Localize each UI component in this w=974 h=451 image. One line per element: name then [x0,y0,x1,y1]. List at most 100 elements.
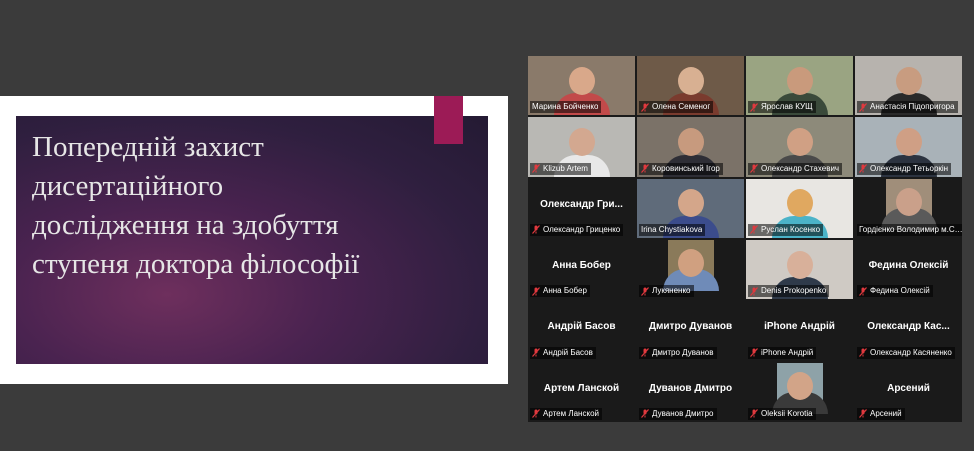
participant-tile[interactable]: Марина Бойченко [528,56,635,116]
participant-video [662,239,719,292]
participant-name-label: Олександр Касяненко [857,346,955,359]
participant-head-shape [786,128,813,156]
participant-head-shape [568,66,595,95]
participant-name-label: Irina Chystiakova [639,223,706,236]
participant-name-text: Федина Олексій [870,286,930,296]
participant-tile[interactable]: Арсений Арсений [855,362,962,422]
participant-tile[interactable]: Руслан Косенко [746,178,853,238]
muted-mic-icon [641,286,649,296]
slide-title-line: дисертаційного [32,170,224,202]
muted-mic-icon [859,102,867,112]
participant-name-text: Дмитро Дуванов [652,347,714,357]
participant-video [880,178,937,230]
participant-name-label: Дуванов Дмитро [639,407,717,420]
participant-tile[interactable]: Артем Ланской Артем Ланской [528,362,635,422]
participant-tile[interactable]: Коровинський Ігор [637,117,744,177]
participant-display-name: Дуванов Дмитро [648,382,733,394]
participant-display-name: Олександр Кас... [867,321,950,333]
slide-title: Попередній захист дисертаційного дослідж… [32,128,452,284]
participant-display-name: Дмитро Дуванов [648,321,733,333]
participant-name-label: Олена Семеног [639,101,714,114]
participant-head-shape [895,128,922,156]
participant-name-text: Марина Бойченко [532,102,599,112]
slide-title-line: ступеня доктора філософії [32,248,360,280]
participant-name-label: Олександр Тетьоркін [857,162,952,175]
participant-tile[interactable]: Дуванов Дмитро Дуванов Дмитро [637,362,744,422]
participant-name-label: Андрій Басов [530,346,596,359]
muted-mic-icon [532,225,540,235]
participant-name-label: Анна Бобер [530,285,590,298]
muted-mic-icon [641,348,649,358]
participant-tile[interactable]: Олександр Стахевич [746,117,853,177]
participant-head-shape [677,249,704,278]
muted-mic-icon [532,286,540,296]
participant-name-text: Klizub Artem [543,163,588,173]
participant-tile[interactable]: Андрій Басов Андрій Басов [528,301,635,361]
participant-head-shape [677,66,704,95]
muted-mic-icon [859,348,867,358]
participant-name-label: Ярослав КУЩ [748,101,816,114]
slide-title-line: дослідження на здобуття [32,209,339,241]
participant-name-text: Артем Ланской [543,408,599,418]
participant-tile[interactable]: Анастасія Підопригора [855,56,962,116]
muted-mic-icon [750,348,758,358]
participant-head-shape [677,128,704,156]
participant-name-text: Олександр Тетьоркін [870,163,949,173]
muted-mic-icon [641,164,649,174]
participant-name-text: Denis Prokopenko [761,286,827,296]
participant-name-text: Олександр Касяненко [870,347,952,357]
muted-mic-icon [532,409,540,419]
participant-display-name: iPhone Андрій [764,321,835,333]
participant-head-shape [786,189,813,218]
participant-name-label: Анастасія Підопригора [857,101,958,114]
participant-tile[interactable]: Олександр Гри... Олександр Гриценко [528,178,635,238]
participant-head-shape [786,66,813,95]
participant-name-label: Oleksii Korotia [748,407,816,420]
participant-tile[interactable]: Федина Олексій Федина Олексій [855,239,962,300]
participant-head-shape [895,66,922,95]
slide-title-line: Попередній захист [32,131,264,163]
participant-tile[interactable]: Олександр Кас... Олександр Касяненко [855,301,962,361]
participant-name-text: Анна Бобер [543,286,587,296]
participant-tile[interactable]: Гордієнко Володимир м.Сум... [855,178,962,238]
muted-mic-icon [859,409,867,419]
participant-name-label: iPhone Андрій [748,346,817,359]
participant-name-text: Дуванов Дмитро [652,408,714,418]
participant-tile[interactable]: Irina Chystiakova [637,178,744,238]
muted-mic-icon [750,225,758,235]
participant-name-text: Арсений [870,408,902,418]
participant-display-name: Олександр Гри... [540,198,623,210]
participant-name-text: Лукяненко [652,286,691,296]
participant-tile[interactable]: Oleksii Korotia [746,362,853,422]
participant-name-label: Коровинський Ігор [639,162,723,175]
muted-mic-icon [750,164,758,174]
participant-name-label: Дмитро Дуванов [639,346,717,359]
participant-tile[interactable]: Denis Prokopenko [746,239,853,300]
participant-name-label: Klizub Artem [530,162,591,175]
participant-gallery: Марина Бойченко Олена Семеног Ярослав КУЩ А… [528,56,962,422]
participant-tile[interactable]: Олена Семеног [637,56,744,116]
participant-tile[interactable]: iPhone Андрій iPhone Андрій [746,301,853,361]
participant-name-text: Oleksii Korotia [761,408,813,418]
participant-name-label: Марина Бойченко [530,101,602,114]
participant-name-label: Федина Олексій [857,285,933,298]
participant-tile[interactable]: Ярослав КУЩ [746,56,853,116]
participant-name-label: Denis Prokopenko [748,285,830,298]
participant-name-text: Олександр Стахевич [761,163,840,173]
participant-tile[interactable]: Олександр Тетьоркін [855,117,962,177]
participant-tile[interactable]: Анна Бобер Анна Бобер [528,239,635,300]
participant-name-text: Олена Семеног [652,102,711,112]
participant-name-text: Irina Chystiakova [641,224,703,234]
participant-name-label: Артем Ланской [530,407,602,420]
participant-tile[interactable]: Дмитро Дуванов Дмитро Дуванов [637,301,744,361]
participant-name-text: Андрій Басов [543,347,593,357]
participant-name-label: Арсений [857,407,905,420]
participant-name-text: iPhone Андрій [761,347,814,357]
muted-mic-icon [641,102,649,112]
participant-name-text: Анастасія Підопригора [870,102,955,112]
participant-tile[interactable]: Лукяненко [637,239,744,300]
participant-display-name: Анна Бобер [552,259,611,271]
participant-tile[interactable]: Klizub Artem [528,117,635,177]
muted-mic-icon [750,102,758,112]
participant-head-shape [786,371,813,400]
